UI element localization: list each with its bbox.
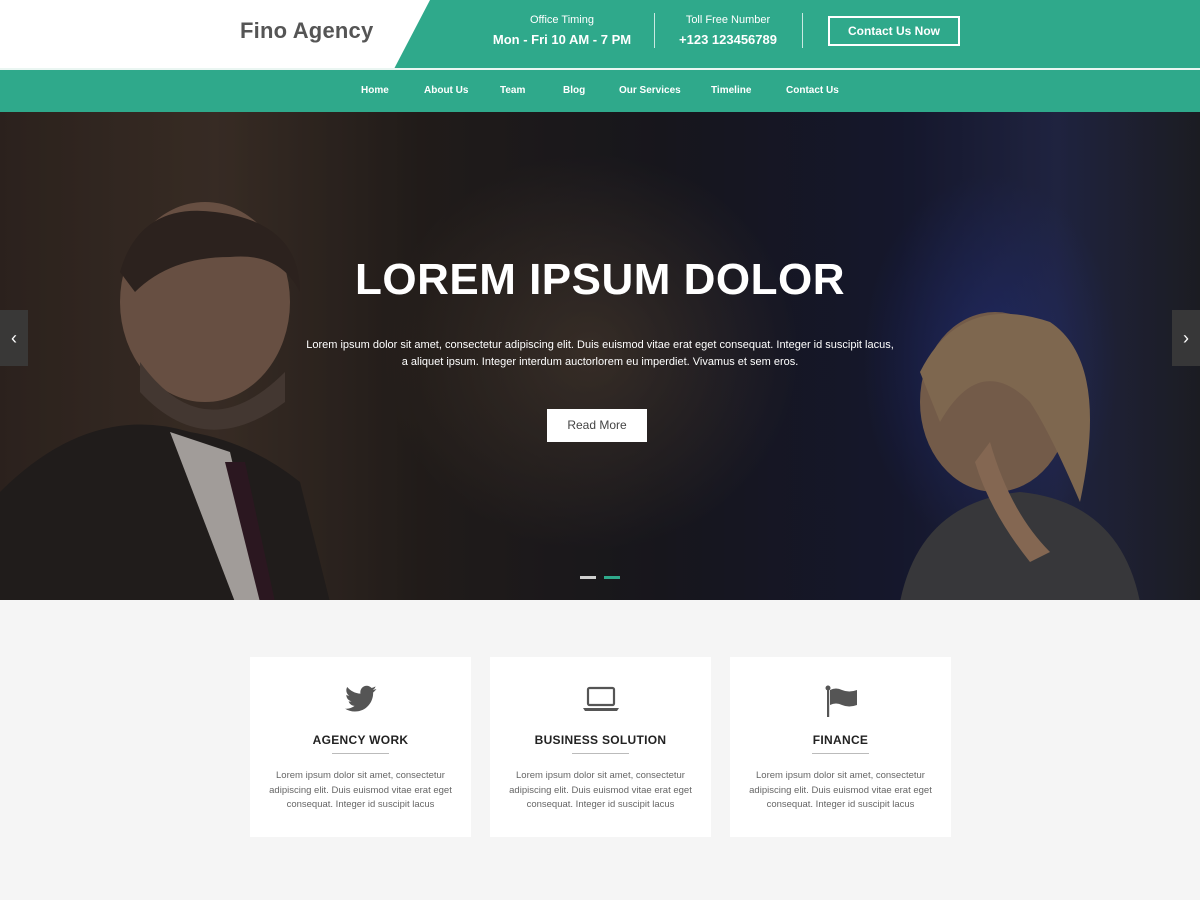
- office-timing-label: Office Timing: [530, 14, 594, 26]
- header-divider: [802, 13, 803, 48]
- chevron-left-icon: ‹: [11, 328, 17, 348]
- nav-item-blog[interactable]: Blog: [563, 70, 585, 112]
- chevron-right-icon: ›: [1183, 328, 1189, 348]
- office-timing-value: Mon - Fri 10 AM - 7 PM: [492, 32, 632, 47]
- feature-title-underline: [812, 753, 869, 754]
- main-nav: Home About Us Team Blog Our Services Tim…: [0, 70, 1200, 112]
- site-logo[interactable]: Fino Agency: [240, 18, 373, 44]
- nav-item-about-us[interactable]: About Us: [424, 70, 468, 112]
- top-header: Fino Agency Office Timing Mon - Fri 10 A…: [0, 0, 1200, 70]
- slider-dot-active[interactable]: [604, 576, 620, 579]
- hero-description: Lorem ipsum dolor sit amet, consectetur …: [306, 339, 894, 368]
- feature-description: Lorem ipsum dolor sit amet, consectetur …: [749, 770, 932, 810]
- read-more-button[interactable]: Read More: [547, 409, 647, 442]
- feature-description: Lorem ipsum dolor sit amet, consectetur …: [509, 770, 692, 810]
- nav-item-team[interactable]: Team: [500, 70, 525, 112]
- feature-title: BUSINESS SOLUTION: [534, 733, 667, 747]
- feature-card-finance: FINANCE Lorem ipsum dolor sit amet, cons…: [730, 657, 951, 837]
- twitter-icon: [250, 685, 471, 717]
- laptop-icon: [490, 685, 711, 717]
- nav-item-our-services[interactable]: Our Services: [619, 70, 681, 112]
- nav-item-contact-us[interactable]: Contact Us: [786, 70, 839, 112]
- toll-free: Toll Free Number +123 123456789: [672, 13, 784, 50]
- nav-item-timeline[interactable]: Timeline: [711, 70, 751, 112]
- feature-title-underline: [332, 753, 389, 754]
- office-timing: Office Timing Mon - Fri 10 AM - 7 PM: [488, 13, 636, 50]
- feature-title: FINANCE: [812, 733, 869, 747]
- feature-description: Lorem ipsum dolor sit amet, consectetur …: [269, 770, 452, 810]
- slider-next-button[interactable]: ›: [1172, 310, 1200, 366]
- feature-card-business-solution: BUSINESS SOLUTION Lorem ipsum dolor sit …: [490, 657, 711, 837]
- feature-title-underline: [572, 753, 629, 754]
- slider-dot[interactable]: [580, 576, 596, 579]
- flag-icon: [730, 685, 951, 717]
- contact-us-now-button[interactable]: Contact Us Now: [828, 16, 960, 46]
- feature-title: AGENCY WORK: [312, 733, 409, 747]
- toll-free-value: +123 123456789: [679, 32, 777, 47]
- nav-item-home[interactable]: Home: [361, 70, 389, 112]
- hero-slider: LOREM IPSUM DOLOR Lorem ipsum dolor sit …: [0, 112, 1200, 600]
- toll-free-label: Toll Free Number: [685, 14, 771, 26]
- hero-title: LOREM IPSUM DOLOR: [354, 255, 846, 304]
- feature-card-agency-work: AGENCY WORK Lorem ipsum dolor sit amet, …: [250, 657, 471, 837]
- header-divider: [654, 13, 655, 48]
- slider-prev-button[interactable]: ‹: [0, 310, 28, 366]
